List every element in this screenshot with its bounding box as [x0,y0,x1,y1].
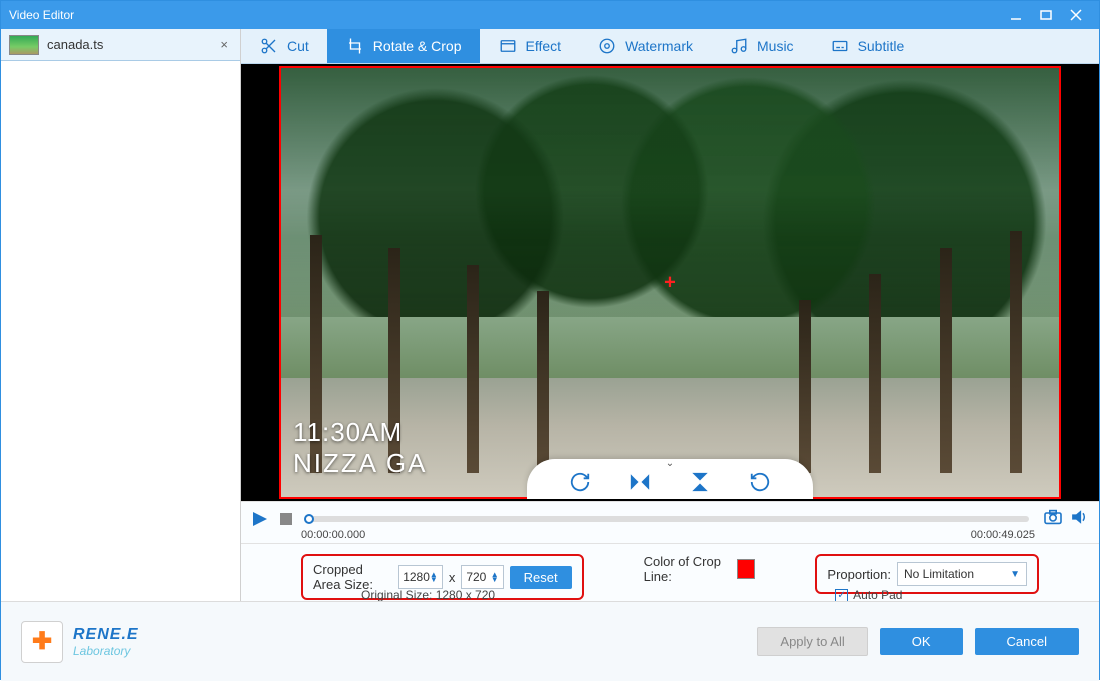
minimize-button[interactable] [1001,1,1031,29]
spinner-icon[interactable]: ▲▼ [491,572,499,582]
play-button[interactable] [251,510,269,528]
file-thumbnail [9,35,39,55]
tab-subtitle-label: Subtitle [858,38,905,54]
overlay-place: NIZZA GA [293,448,427,479]
tab-subtitle[interactable]: Subtitle [812,29,923,63]
watermark-icon [597,36,617,56]
spinner-icon[interactable]: ▲▼ [430,572,438,582]
snapshot-button[interactable] [1043,509,1063,528]
file-name: canada.ts [47,37,103,52]
effect-icon [498,36,518,56]
original-size-label: Original Size: 1280 x 720 [361,588,495,602]
apply-to-all-button[interactable]: Apply to All [757,627,867,656]
volume-button[interactable] [1071,509,1089,528]
crop-icon [345,36,365,56]
tab-cut[interactable]: Cut [241,29,327,63]
checkbox-icon: ✓ [835,589,848,602]
auto-pad-checkbox[interactable]: ✓ Auto Pad [835,588,902,602]
reset-rotation-button[interactable] [747,469,773,495]
crop-width-input[interactable]: 1280 ▲▼ [398,565,443,589]
tab-watermark-label: Watermark [625,38,693,54]
video-stage[interactable]: + 11:30AM NIZZA GA ⌄ [241,64,1099,501]
brand-logo: ✚ RENE.E Laboratory [21,621,139,663]
size-separator: x [449,570,456,585]
subtitle-icon [830,36,850,56]
crop-color-swatch[interactable] [737,559,755,579]
flip-vertical-button[interactable] [687,469,713,495]
proportion-dropdown[interactable]: No Limitation ▼ [897,562,1027,586]
rotate-controls: ⌄ [527,459,813,499]
tab-music-label: Music [757,38,794,54]
tab-rotate-crop[interactable]: Rotate & Crop [327,29,480,63]
chevron-down-icon: ▼ [1010,569,1020,580]
cancel-button[interactable]: Cancel [975,628,1079,655]
close-file-icon[interactable]: × [216,37,232,52]
title-bar: Video Editor [1,1,1099,29]
maximize-button[interactable] [1031,1,1061,29]
tab-watermark[interactable]: Watermark [579,29,711,63]
music-icon [729,36,749,56]
time-current: 00:00:00.000 [297,529,369,543]
ok-button[interactable]: OK [880,628,963,655]
tab-effect[interactable]: Effect [480,29,580,63]
window-title: Video Editor [9,8,74,22]
file-tab[interactable]: canada.ts × [1,29,240,61]
time-total: 00:00:49.025 [967,529,1039,543]
logo-badge-icon: ✚ [21,621,63,663]
crop-line-color-group: Color of Crop Line: [644,554,756,584]
scissors-icon [259,36,279,56]
overlay-time: 11:30AM [293,417,427,448]
flip-horizontal-button[interactable] [627,469,653,495]
tab-rotate-crop-label: Rotate & Crop [373,38,462,54]
collapse-handle-icon[interactable]: ⌄ [666,458,674,469]
crop-height-input[interactable]: 720 ▲▼ [461,565,503,589]
crop-center-icon: + [664,271,676,294]
video-overlay-text: 11:30AM NIZZA GA [293,417,427,479]
file-sidebar: canada.ts × [1,29,241,601]
stop-button[interactable] [277,510,295,528]
auto-pad-label: Auto Pad [853,588,902,602]
tab-cut-label: Cut [287,38,309,54]
tab-music[interactable]: Music [711,29,812,63]
video-frame: + 11:30AM NIZZA GA ⌄ [279,66,1061,499]
proportion-label: Proportion: [827,567,891,582]
main-pane: Cut Rotate & Crop Effect Watermark Music… [241,29,1099,601]
player-area: + 11:30AM NIZZA GA ⌄ [241,64,1099,543]
brand-name: RENE.E [73,626,139,644]
seek-slider[interactable] [309,516,1029,522]
brand-subtitle: Laboratory [73,644,139,658]
tool-tabs: Cut Rotate & Crop Effect Watermark Music… [241,29,1099,64]
crop-settings: Cropped Area Size: 1280 ▲▼ x 720 ▲▼ Rese… [241,543,1099,601]
crop-color-label: Color of Crop Line: [644,554,732,584]
tab-effect-label: Effect [526,38,562,54]
footer: ✚ RENE.E Laboratory Apply to All OK Canc… [1,601,1099,681]
close-button[interactable] [1061,1,1091,29]
rotate-cw-button[interactable] [567,469,593,495]
reset-crop-button[interactable]: Reset [510,566,572,589]
